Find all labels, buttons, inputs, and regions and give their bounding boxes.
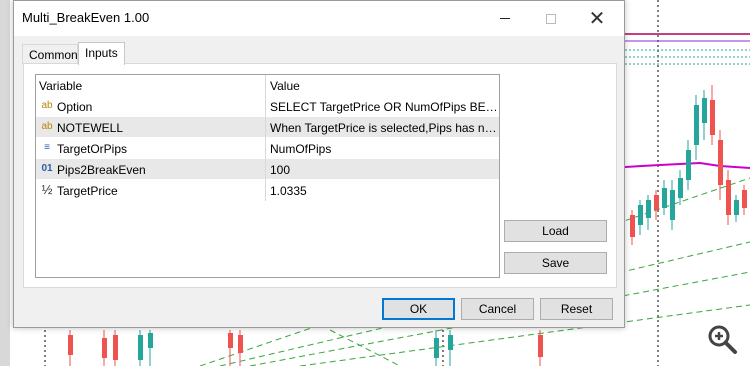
string-type-icon: ab	[41, 100, 53, 111]
inputs-table: Variable Value ab Option SELECT TargetPri…	[35, 74, 500, 278]
variable-value[interactable]: 1.0335	[267, 180, 499, 201]
variable-value[interactable]: SELECT TargetPrice OR NumOfPips BELOW	[267, 96, 499, 117]
variable-name: TargetPrice	[57, 184, 118, 198]
table-row[interactable]: 01 Pips2BreakEven 100	[36, 159, 499, 180]
table-row[interactable]: ab Option SELECT TargetPrice OR NumOfPips…	[36, 96, 499, 117]
string-type-icon: ab	[41, 121, 53, 132]
zoom-in-icon[interactable]	[706, 323, 738, 355]
enum-type-icon: ≡	[44, 142, 50, 153]
integer-type-icon: 01	[41, 163, 53, 174]
ok-button[interactable]: OK	[382, 298, 455, 320]
close-icon[interactable]: ✕	[574, 1, 620, 36]
column-header-value[interactable]: Value	[267, 75, 499, 96]
variable-name: Pips2BreakEven	[57, 163, 146, 177]
variable-value[interactable]: 100	[267, 159, 499, 180]
save-button[interactable]: Save	[504, 252, 607, 274]
table-row[interactable]: ½ TargetPrice 1.0335	[36, 180, 499, 201]
double-type-icon: ½	[41, 182, 53, 197]
variable-name: NOTEWELL	[57, 121, 124, 135]
dialog-title: Multi_BreakEven 1.00	[22, 10, 150, 25]
table-header: Variable Value	[36, 75, 499, 96]
chart-left-strip	[0, 0, 10, 366]
column-header-variable[interactable]: Variable	[36, 75, 266, 96]
variable-value[interactable]: NumOfPips	[267, 138, 499, 159]
variable-value[interactable]: When TargetPrice is selected,Pips has no…	[267, 117, 499, 138]
variable-name: Option	[57, 100, 93, 114]
cancel-button[interactable]: Cancel	[461, 298, 534, 320]
table-row[interactable]: ≡ TargetOrPips NumOfPips	[36, 138, 499, 159]
reset-button[interactable]: Reset	[540, 298, 613, 320]
title-bar[interactable]: Multi_BreakEven 1.00 ✕	[14, 1, 624, 36]
maximize-icon[interactable]	[528, 1, 574, 36]
inputs-dialog: Multi_BreakEven 1.00 ✕ Common Inputs Var…	[13, 0, 625, 328]
load-button[interactable]: Load	[504, 220, 607, 242]
table-row[interactable]: ab NOTEWELL When TargetPrice is selected,…	[36, 117, 499, 138]
tab-inputs[interactable]: Inputs	[78, 42, 125, 65]
minimize-icon[interactable]	[482, 1, 528, 36]
variable-name: TargetOrPips	[57, 142, 128, 156]
tab-common[interactable]: Common	[22, 44, 78, 64]
